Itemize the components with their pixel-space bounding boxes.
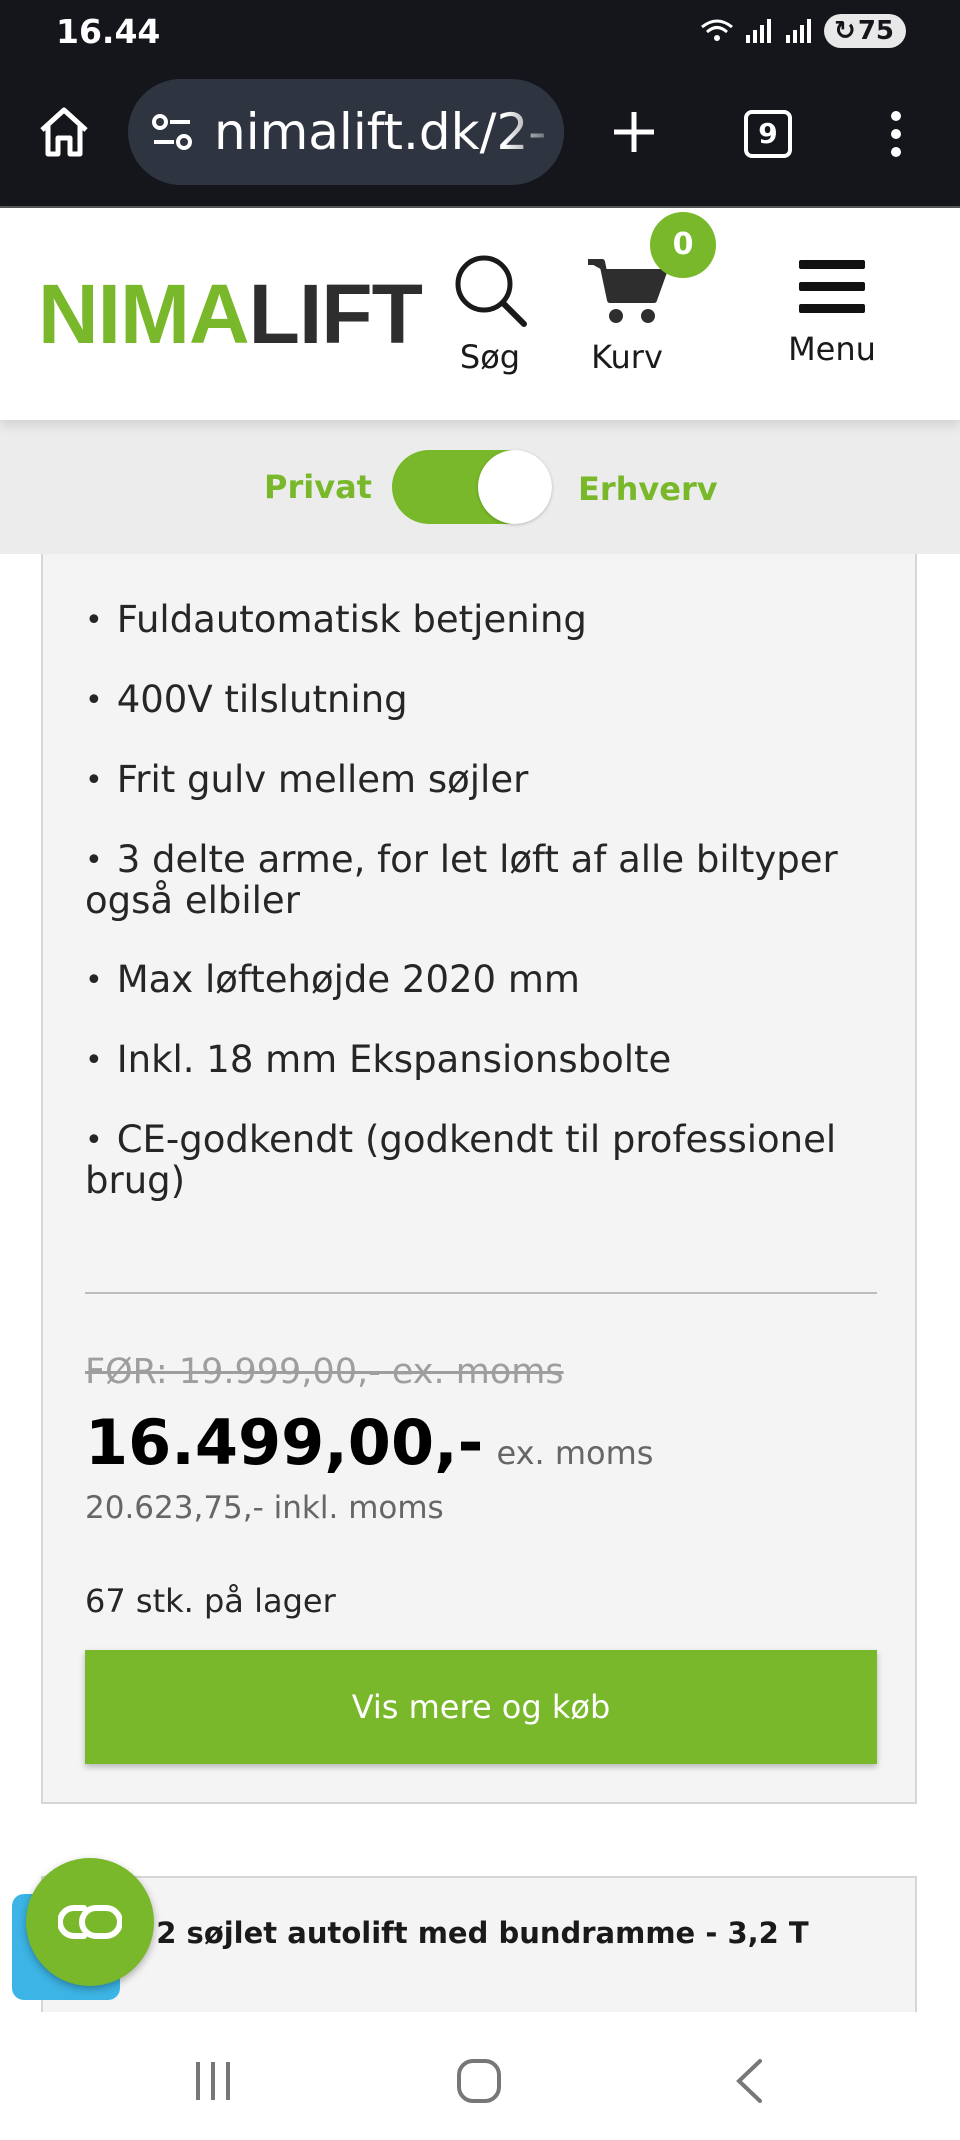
home-icon[interactable]	[34, 102, 94, 162]
chat-icon	[58, 1905, 122, 1939]
address-bar[interactable]: nimalift.dk/2-	[128, 79, 564, 185]
chat-button[interactable]	[26, 1858, 154, 1986]
customer-type-switch[interactable]	[392, 450, 552, 524]
battery-level: 75	[857, 16, 894, 46]
toggle-label-private[interactable]: Privat	[264, 468, 372, 506]
cart-label: Kurv	[591, 338, 663, 376]
nimalift-logo[interactable]: NIMALIFT	[38, 266, 423, 363]
menu-button[interactable]: Menu	[772, 256, 892, 368]
search-button[interactable]: Søg	[440, 252, 540, 376]
divider	[85, 1292, 877, 1294]
old-price: FØR: 19.999,00,- ex. moms	[85, 1352, 564, 1392]
system-nav-bar	[0, 2012, 960, 2140]
customer-type-toggle-bar: Privat Erhverv	[0, 420, 960, 554]
search-icon	[455, 255, 527, 327]
hamburger-icon	[799, 260, 865, 313]
tab-switcher-button[interactable]: 9	[744, 110, 792, 158]
current-price: 16.499,00,-	[85, 1406, 484, 1479]
toggle-label-business[interactable]: Erhverv	[578, 470, 718, 508]
status-icons: ↻ 75	[700, 14, 906, 48]
wifi-icon	[701, 19, 733, 41]
battery-indicator: ↻ 75	[824, 14, 906, 48]
new-tab-icon[interactable]	[604, 102, 664, 162]
list-item: 3 delte arme, for let løft af alle bilty…	[85, 840, 885, 921]
next-product-card[interactable]: os 2 søjlet autolift med bundramme - 3,2…	[41, 1876, 917, 2026]
feature-list: Fuldautomatisk betjening 400V tilslutnin…	[85, 600, 885, 1240]
status-time: 16.44	[56, 12, 161, 51]
product-card: Fuldautomatisk betjening 400V tilslutnin…	[41, 540, 917, 1804]
list-item: Frit gulv mellem søjler	[85, 760, 885, 801]
browser-toolbar: nimalift.dk/2- 9	[0, 64, 960, 208]
cart-count-badge: 0	[650, 212, 716, 278]
site-header: NIMALIFT Søg Kurv 0 Menu	[0, 208, 960, 420]
status-bar: 16.44 ↻ 75	[0, 0, 960, 64]
list-item: Inkl. 18 mm Ekspansionsbolte	[85, 1040, 885, 1081]
menu-label: Menu	[788, 330, 876, 368]
price-row: 16.499,00,- ex. moms	[85, 1406, 653, 1479]
view-and-buy-button[interactable]: Vis mere og køb	[85, 1650, 877, 1764]
recent-apps-icon[interactable]	[192, 2060, 234, 2102]
stock-status: 67 stk. på lager	[85, 1582, 336, 1620]
site-settings-icon[interactable]	[150, 112, 194, 152]
back-icon[interactable]	[734, 2058, 764, 2104]
price-suffix: ex. moms	[496, 1434, 654, 1472]
url-text: nimalift.dk/2-	[214, 103, 547, 161]
signal-icon	[746, 19, 772, 43]
list-item: 400V tilslutning	[85, 680, 885, 721]
next-product-title[interactable]: os 2 søjlet autolift med bundramme - 3,2…	[109, 1916, 809, 1950]
switch-knob[interactable]	[478, 450, 552, 524]
battery-saver-icon: ↻	[834, 16, 856, 46]
price-incl-vat: 20.623,75,- inkl. moms	[85, 1490, 444, 1526]
signal-icon-2	[786, 19, 812, 43]
list-item: Fuldautomatisk betjening	[85, 600, 885, 641]
search-label: Søg	[459, 338, 521, 376]
home-nav-icon[interactable]	[456, 2058, 502, 2104]
more-options-icon[interactable]	[876, 104, 916, 164]
list-item: CE-godkendt (godkendt til professionel b…	[85, 1120, 885, 1201]
list-item: Max løftehøjde 2020 mm	[85, 960, 885, 1001]
